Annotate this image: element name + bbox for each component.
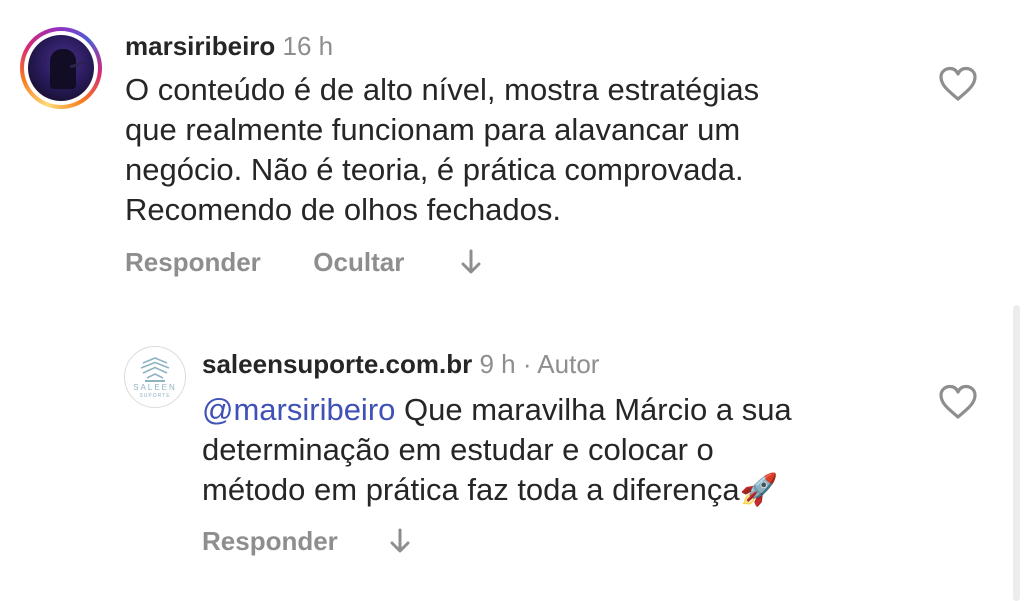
comment-time: 16 h xyxy=(282,31,334,61)
reply-actions: Responder xyxy=(202,526,412,556)
reply-avatar[interactable]: SALEEN SUPORTE xyxy=(124,346,186,408)
comment-text-line: que realmente funcionam para alavancar u… xyxy=(125,112,741,147)
avatar[interactable] xyxy=(20,27,102,109)
heart-icon[interactable] xyxy=(938,384,978,420)
comment-username[interactable]: marsiribeiro xyxy=(125,31,275,61)
reply-text-line: método em prática faz toda a diferença🚀 xyxy=(202,472,779,507)
comment: marsiribeiro 16 h O conteúdo é de alto n… xyxy=(0,0,1024,300)
reply-button[interactable]: Responder xyxy=(202,526,338,556)
arrow-down-icon[interactable] xyxy=(388,526,412,556)
hide-button[interactable]: Ocultar xyxy=(313,247,404,277)
comment-text-line: negócio. Não é teoria, é prática comprov… xyxy=(125,152,744,187)
comment-actions: Responder Ocultar xyxy=(125,247,483,277)
heart-icon[interactable] xyxy=(938,66,978,102)
reply-text: @marsiribeiro Que maravilha Márcio a sua… xyxy=(202,390,792,510)
reply-username[interactable]: saleensuporte.com.br xyxy=(202,349,472,379)
reply-button[interactable]: Responder xyxy=(125,247,261,277)
reply-text-line: Que maravilha Márcio a sua xyxy=(395,392,792,427)
comment-text: O conteúdo é de alto nível, mostra estra… xyxy=(125,70,759,230)
comment-text-line: O conteúdo é de alto nível, mostra estra… xyxy=(125,72,760,107)
author-badge: Autor xyxy=(537,349,600,379)
arrow-down-icon[interactable] xyxy=(459,247,483,277)
comment-header: marsiribeiro 16 h xyxy=(125,31,333,61)
reply-header: saleensuporte.com.br 9 h · Autor xyxy=(202,349,599,379)
comment-text-line: Recomendo de olhos fechados. xyxy=(125,192,562,227)
avatar-photo xyxy=(28,35,94,101)
mention-link[interactable]: @marsiribeiro xyxy=(202,392,395,427)
logo-text: SALEEN xyxy=(133,383,177,392)
separator: · xyxy=(522,349,532,379)
logo-subtext: SUPORTE xyxy=(139,393,171,399)
scrollbar[interactable] xyxy=(1013,305,1020,601)
reply-text-line: determinação em estudar e colocar o xyxy=(202,432,714,467)
reply-time: 9 h xyxy=(479,349,516,379)
